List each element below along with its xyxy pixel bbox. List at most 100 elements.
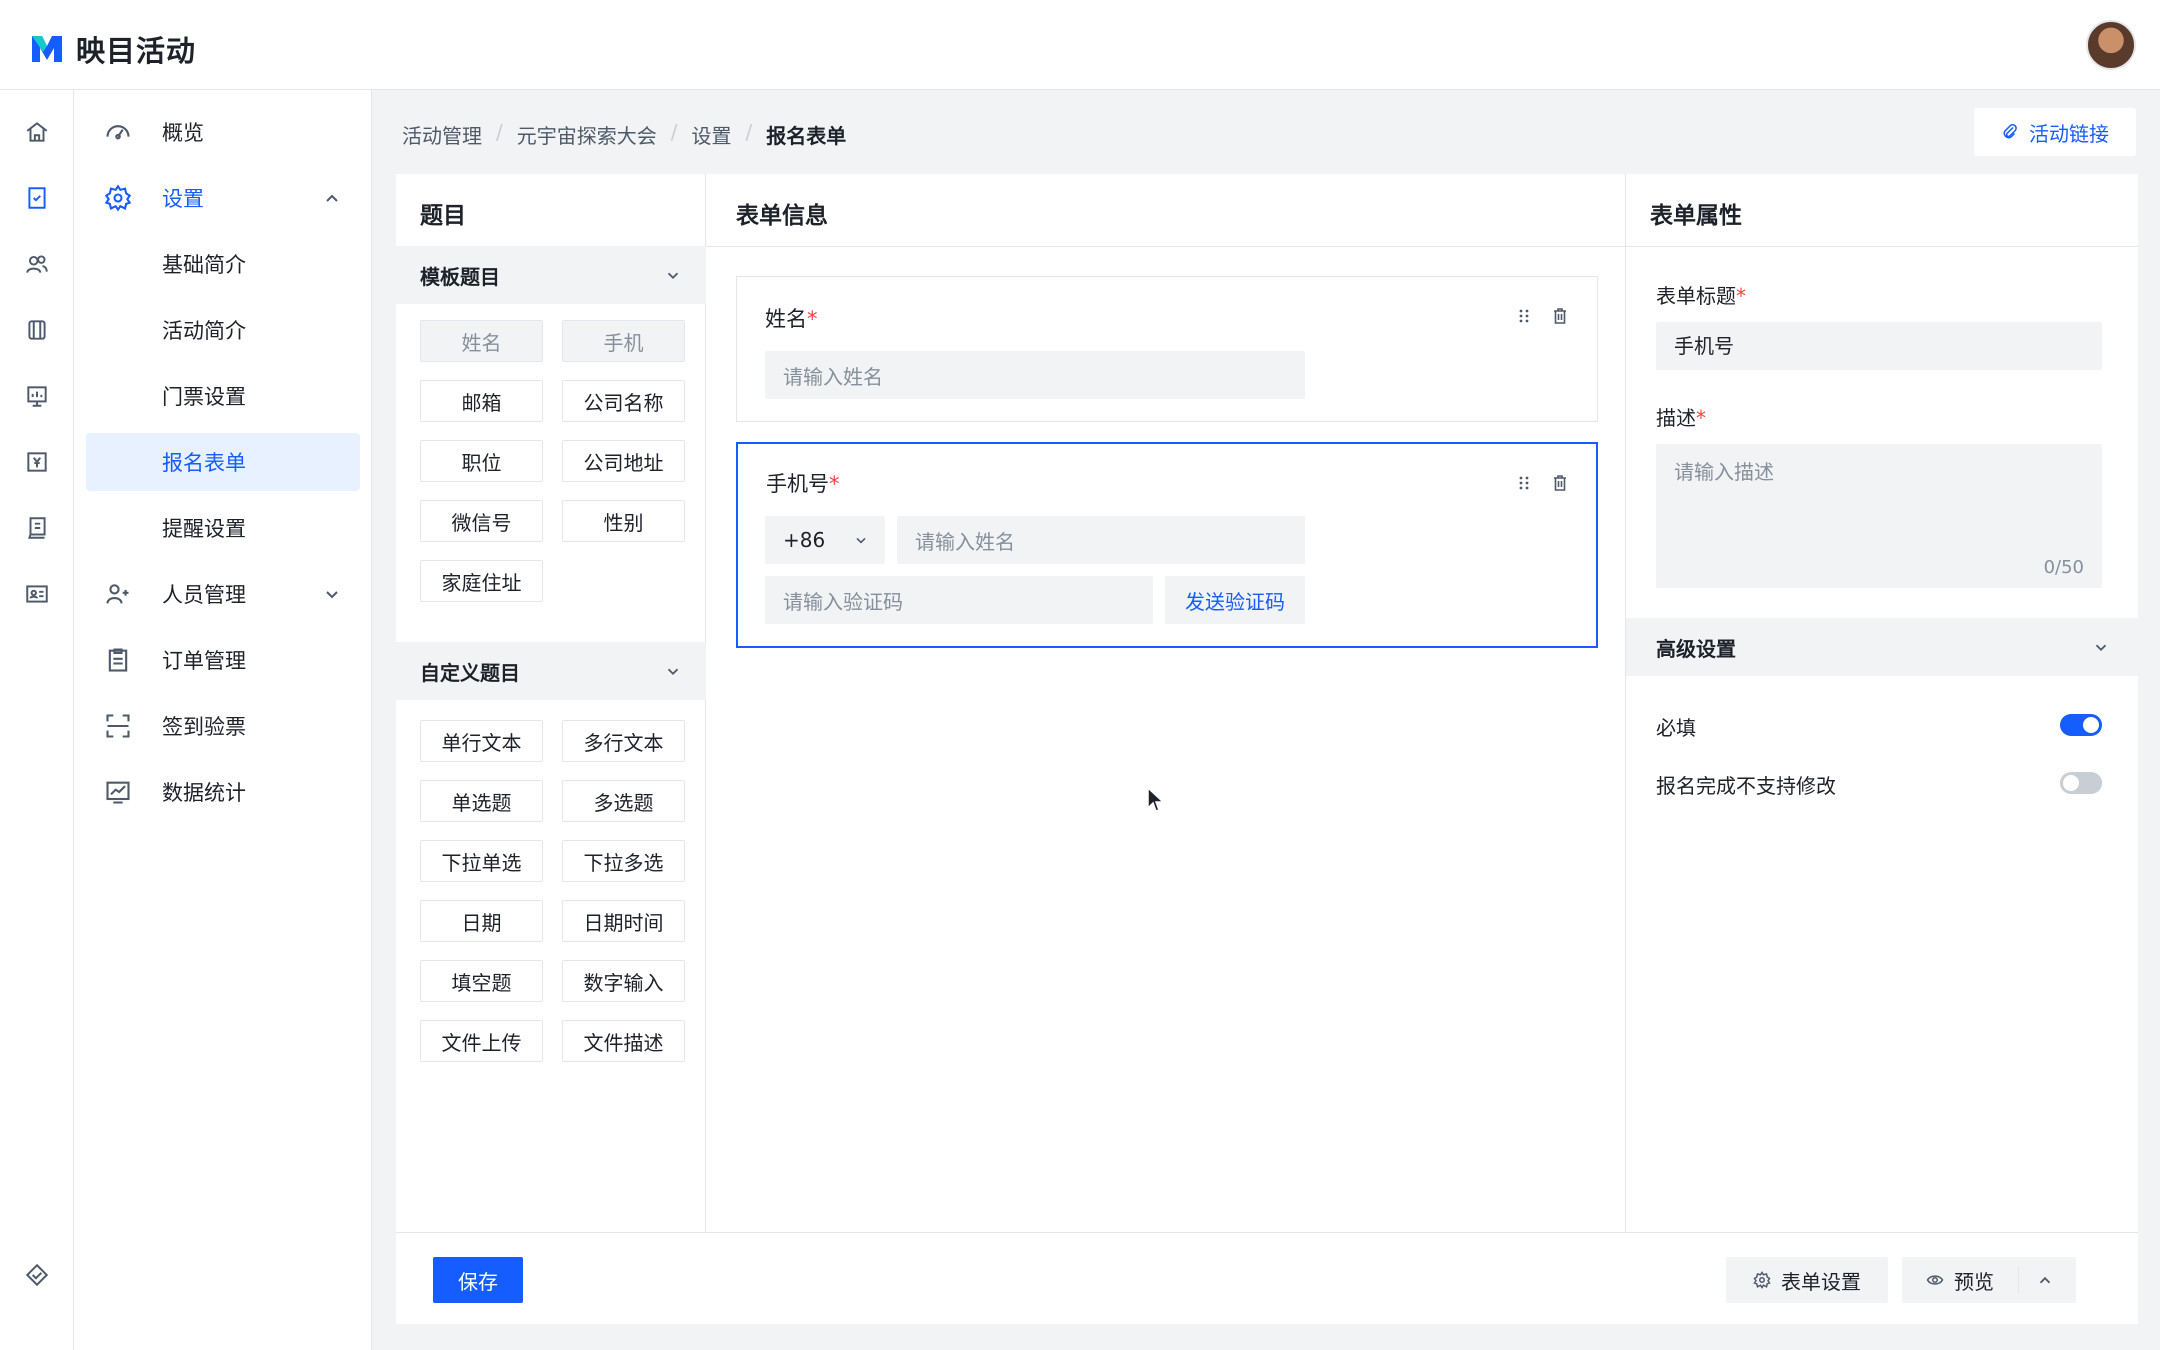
sidebar-item-ticket-settings[interactable]: 门票设置 (86, 367, 360, 425)
form-field-name[interactable]: 姓名* 请输入姓名 (736, 276, 1598, 422)
breadcrumb-item[interactable]: 元宇宙探索大会 (517, 120, 657, 149)
form-canvas: 表单信息 姓名* 请输入姓名 手机号* +86 请输入姓名 请输入验证码 发送验… (706, 174, 1626, 1232)
chevron-down-icon (326, 591, 338, 599)
form-canvas-title: 表单信息 (736, 203, 828, 229)
sidebar-item-label: 概览 (162, 121, 204, 145)
form-title-input[interactable]: 手机号 (1656, 322, 2102, 370)
dashboard-icon (106, 125, 130, 140)
finance-icon[interactable] (22, 447, 52, 477)
breadcrumb-item[interactable]: 活动管理 (402, 120, 482, 149)
form-settings-label: 表单设置 (1781, 1269, 1861, 1294)
book-icon[interactable] (22, 513, 52, 543)
required-toggle[interactable] (2060, 714, 2102, 736)
description-label: 描述* (1656, 402, 1706, 431)
template-group-header[interactable]: 模板题目 (396, 246, 706, 304)
custom-chip-number-input[interactable]: 数字输入 (562, 960, 685, 1002)
required-setting-label: 必填 (1656, 716, 1696, 740)
chart-icon (106, 781, 130, 804)
sidebar-item-label: 活动简介 (162, 319, 246, 343)
id-card-icon[interactable] (22, 579, 52, 609)
sidebar-item-label: 基础简介 (162, 253, 246, 277)
sidebar-item-label: 数据统计 (162, 781, 246, 805)
custom-chip-fill-blank[interactable]: 填空题 (420, 960, 543, 1002)
description-placeholder: 请输入描述 (1674, 460, 1774, 484)
required-mark: * (829, 472, 840, 496)
send-code-button[interactable]: 发送验证码 (1165, 576, 1305, 624)
badge-icon[interactable] (22, 1260, 52, 1290)
custom-chip-dropdown-single[interactable]: 下拉单选 (420, 840, 543, 882)
video-icon[interactable] (22, 315, 52, 345)
properties-title: 表单属性 (1650, 203, 1742, 229)
sidebar-item-people[interactable]: 人员管理 (86, 565, 360, 623)
delete-icon[interactable] (1551, 307, 1569, 325)
preview-label: 预览 (1954, 1269, 1994, 1294)
gear-icon (104, 184, 132, 212)
name-input-preview[interactable]: 请输入姓名 (765, 351, 1305, 399)
custom-chip-multi-line[interactable]: 多行文本 (562, 720, 685, 762)
question-palette: 题目 模板题目 姓名 手机 邮箱 公司名称 职位 公司地址 微信号 性别 家庭住… (396, 174, 706, 1232)
sidebar-item-checkin[interactable]: 签到验票 (86, 697, 360, 755)
template-chip-email[interactable]: 邮箱 (420, 380, 543, 422)
activity-icon[interactable] (22, 183, 52, 213)
custom-group-header[interactable]: 自定义题目 (396, 642, 706, 700)
breadcrumb-item[interactable]: 设置 (692, 120, 732, 149)
chevron-down-icon (856, 537, 866, 544)
description-textarea[interactable]: 请输入描述 0/50 (1656, 444, 2102, 588)
drag-handle-icon[interactable] (1515, 474, 1533, 492)
phone-input-preview[interactable]: 请输入姓名 (897, 516, 1305, 564)
divider (706, 246, 1625, 247)
template-group-label: 模板题目 (420, 264, 500, 289)
app-logo[interactable]: 映目活动 (30, 28, 196, 70)
members-icon[interactable] (22, 249, 52, 279)
template-chip-home-address[interactable]: 家庭住址 (420, 560, 543, 602)
no-edit-toggle[interactable] (2060, 772, 2102, 794)
verification-code-input[interactable]: 请输入验证码 (765, 576, 1153, 624)
form-field-phone[interactable]: 手机号* +86 请输入姓名 请输入验证码 发送验证码 (736, 442, 1598, 648)
preview-button[interactable]: 预览 (1902, 1257, 2076, 1303)
custom-chip-datetime[interactable]: 日期时间 (562, 900, 685, 942)
custom-chip-single-choice[interactable]: 单选题 (420, 780, 543, 822)
drag-handle-icon[interactable] (1515, 307, 1533, 325)
sidebar-item-orders[interactable]: 订单管理 (86, 631, 360, 689)
required-mark: * (807, 307, 818, 331)
sidebar-item-settings[interactable]: 设置 (86, 169, 360, 227)
custom-chip-file-description[interactable]: 文件描述 (562, 1020, 685, 1062)
delete-icon[interactable] (1551, 474, 1569, 492)
template-chip-company-address[interactable]: 公司地址 (562, 440, 685, 482)
sidebar-item-reminder-settings[interactable]: 提醒设置 (86, 499, 360, 557)
sidebar-item-statistics[interactable]: 数据统计 (86, 763, 360, 821)
mouse-cursor-icon (1147, 786, 1165, 812)
chevron-up-icon[interactable] (2036, 1271, 2054, 1289)
custom-chip-file-upload[interactable]: 文件上传 (420, 1020, 543, 1062)
activity-link-button[interactable]: 活动链接 (1974, 108, 2136, 156)
country-code-select[interactable]: +86 (765, 516, 885, 564)
sidebar-item-overview[interactable]: 概览 (86, 103, 360, 161)
sidebar-item-registration-form[interactable]: 报名表单 (86, 433, 360, 491)
custom-chip-multi-choice[interactable]: 多选题 (562, 780, 685, 822)
advanced-settings-label: 高级设置 (1656, 636, 1736, 661)
screen-icon[interactable] (22, 381, 52, 411)
form-settings-button[interactable]: 表单设置 (1726, 1257, 1888, 1303)
template-chip-position[interactable]: 职位 (420, 440, 543, 482)
template-chip-phone: 手机 (562, 320, 685, 362)
custom-chip-single-line[interactable]: 单行文本 (420, 720, 543, 762)
sidebar-item-label: 提醒设置 (162, 517, 246, 541)
gear-icon (1753, 1271, 1771, 1289)
save-button[interactable]: 保存 (433, 1257, 523, 1303)
template-chip-company[interactable]: 公司名称 (562, 380, 685, 422)
advanced-settings-header[interactable]: 高级设置 (1626, 618, 2138, 676)
scan-icon (106, 714, 130, 738)
sidebar-item-activity-intro[interactable]: 活动简介 (86, 301, 360, 359)
custom-chip-date[interactable]: 日期 (420, 900, 543, 942)
template-chip-wechat[interactable]: 微信号 (420, 500, 543, 542)
sidebar-item-label: 订单管理 (162, 649, 246, 673)
template-chip-gender[interactable]: 性别 (562, 500, 685, 542)
home-icon[interactable] (22, 117, 52, 147)
user-avatar[interactable] (2086, 20, 2136, 70)
paperclip-icon (2003, 124, 2017, 139)
custom-chip-dropdown-multi[interactable]: 下拉多选 (562, 840, 685, 882)
form-title-label-text: 表单标题 (1656, 284, 1736, 308)
sidebar-item-basic-intro[interactable]: 基础简介 (86, 235, 360, 293)
form-title-label: 表单标题* (1656, 280, 1746, 309)
app-name: 映目活动 (76, 34, 197, 68)
